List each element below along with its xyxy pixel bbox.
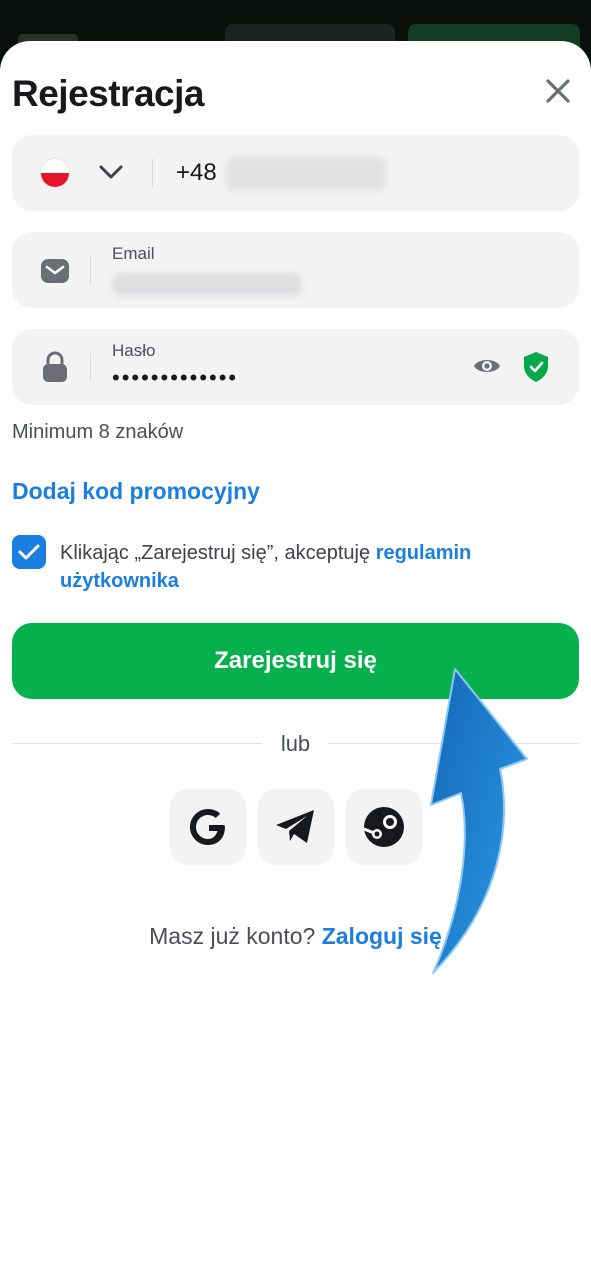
check-icon xyxy=(18,544,40,560)
tutorial-arrow xyxy=(430,668,528,974)
email-label: Email xyxy=(112,244,155,263)
phone-prefix: +48 xyxy=(176,159,217,186)
steam-login-button[interactable] xyxy=(346,789,422,865)
terms-label: Klikając „Zarejestruj się”, akceptuję xyxy=(60,542,371,564)
phone-number-value[interactable] xyxy=(226,157,386,191)
eye-icon[interactable] xyxy=(472,354,502,378)
lock-icon xyxy=(43,351,67,382)
phone-field[interactable]: +48 xyxy=(12,135,579,211)
login-prompt-text: Masz już konto? xyxy=(149,923,316,949)
page-title: Rejestracja xyxy=(12,73,204,114)
steam-icon xyxy=(363,807,404,847)
terms-checkbox[interactable] xyxy=(12,535,46,569)
password-field[interactable]: Hasło ••••••••••••• xyxy=(12,329,579,405)
shield-check-icon xyxy=(524,352,548,382)
chevron-down-icon[interactable] xyxy=(98,161,124,183)
email-value[interactable] xyxy=(112,274,302,296)
password-label: Hasło xyxy=(112,341,156,360)
password-value[interactable]: ••••••••••••• xyxy=(112,365,238,391)
mail-icon xyxy=(41,259,69,283)
close-button[interactable] xyxy=(538,71,578,111)
registration-sheet: Rejestracja +48 Email Hasło ••••••••••••… xyxy=(0,41,591,1280)
email-field[interactable]: Email xyxy=(12,232,579,308)
close-icon xyxy=(546,79,570,103)
google-login-button[interactable] xyxy=(170,789,246,865)
password-hint: Minimum 8 znaków xyxy=(12,421,184,443)
poland-flag-icon xyxy=(40,158,70,188)
field-separator xyxy=(90,256,91,284)
telegram-login-button[interactable] xyxy=(258,789,334,865)
google-icon xyxy=(190,809,225,845)
add-promo-code-link[interactable]: Dodaj kod promocyjny xyxy=(12,478,260,505)
telegram-icon xyxy=(276,810,314,843)
terms-text: Klikając „Zarejestruj się”, akceptuję re… xyxy=(60,539,580,595)
field-separator xyxy=(90,353,91,381)
field-separator xyxy=(152,159,153,187)
